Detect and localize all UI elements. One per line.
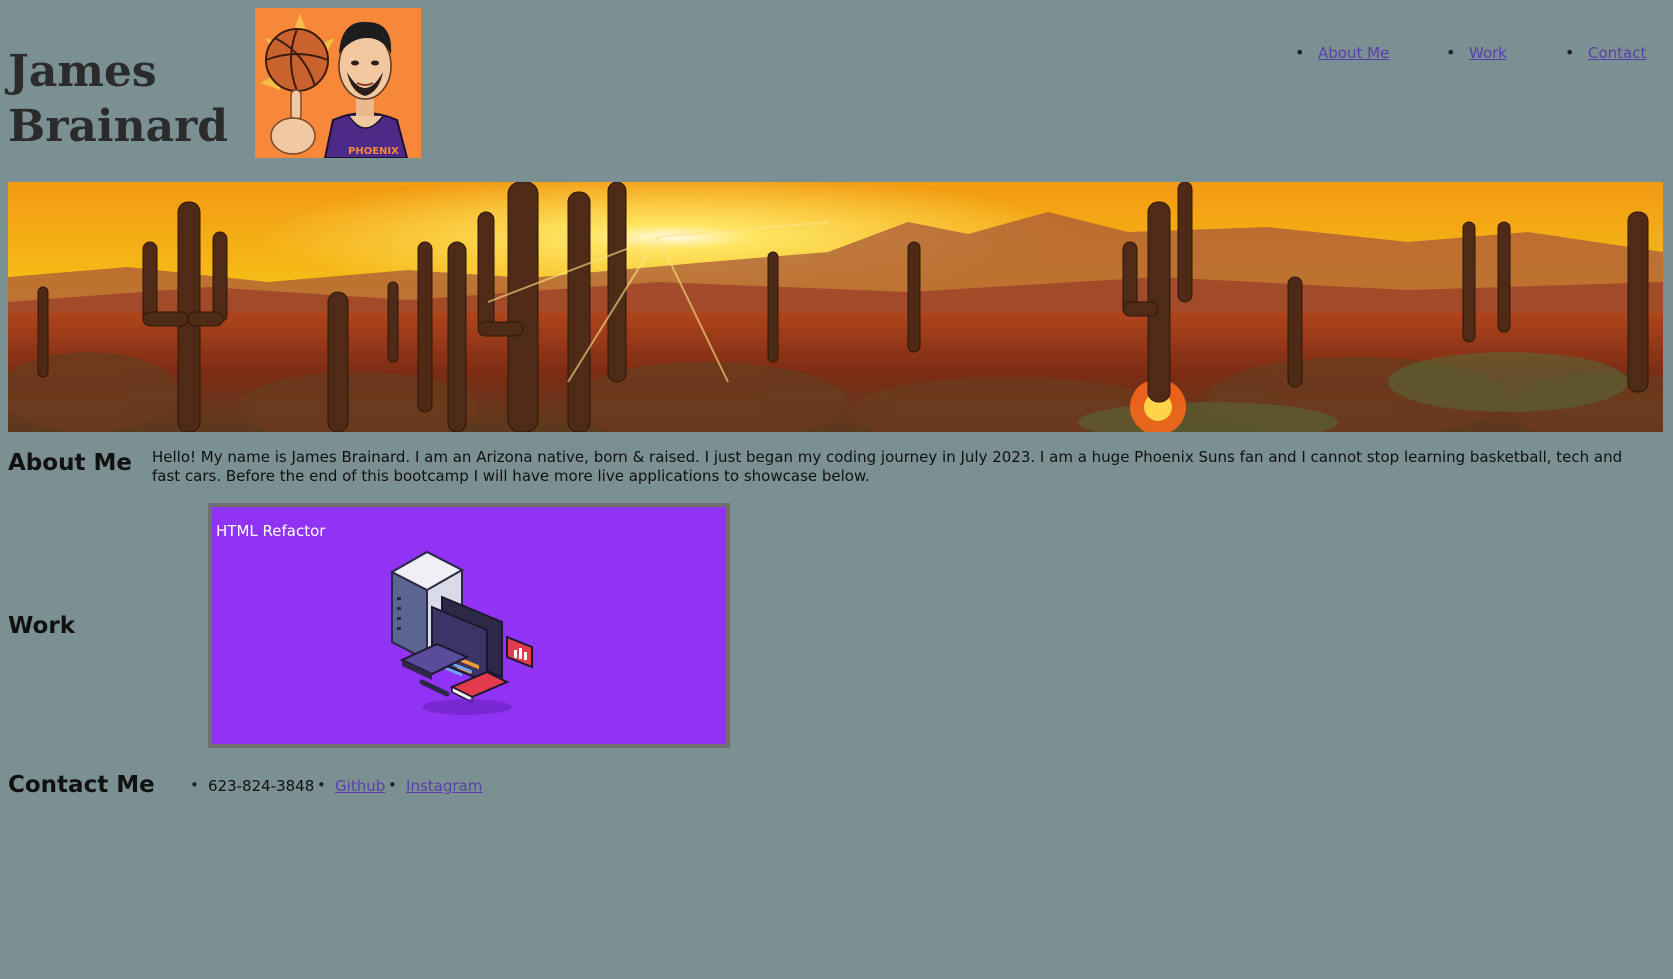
about-heading: About Me xyxy=(8,450,132,476)
about-text: Hello! My name is James Brainard. I am a… xyxy=(152,448,1623,485)
contact-heading: Contact Me xyxy=(8,772,155,798)
nav-item-contact: Contact xyxy=(1565,43,1647,62)
site-title: James Brainard xyxy=(8,44,228,154)
contact-link-instagram[interactable]: Instagram xyxy=(406,777,482,795)
avatar-jersey-text: PHOENIX xyxy=(348,146,399,157)
avatar: PHOENIX xyxy=(255,8,421,158)
computer-workstation-icon xyxy=(389,550,533,715)
contact-link-github[interactable]: Github xyxy=(335,777,385,795)
nav-item-about: About Me xyxy=(1295,43,1389,62)
hero-banner xyxy=(8,182,1663,432)
desert-sunset-image xyxy=(8,182,1663,432)
contact-list: 623-824-3848 Github Instagram xyxy=(190,776,482,795)
site-title-first-name: James xyxy=(8,46,157,97)
nav-link-contact[interactable]: Contact xyxy=(1588,44,1646,62)
work-project-card[interactable]: HTML Refactor xyxy=(208,503,730,748)
contact-item-phone: 623-824-3848 xyxy=(190,776,315,795)
work-heading: Work xyxy=(8,613,75,639)
nav-link-about-me[interactable]: About Me xyxy=(1318,44,1389,62)
nav-link-work[interactable]: Work xyxy=(1469,44,1507,62)
site-header: James Brainard PHOENIX • About Me • Work… xyxy=(8,8,1665,158)
site-title-last-name: Brainard xyxy=(8,101,229,152)
work-project-title: HTML Refactor xyxy=(216,522,326,540)
nav-item-work: Work xyxy=(1446,43,1507,62)
contact-phone: 623-824-3848 xyxy=(208,777,315,795)
avatar-illustration: PHOENIX xyxy=(255,8,421,158)
contact-item-github: Github xyxy=(317,776,385,795)
contact-item-instagram: Instagram xyxy=(388,776,482,795)
